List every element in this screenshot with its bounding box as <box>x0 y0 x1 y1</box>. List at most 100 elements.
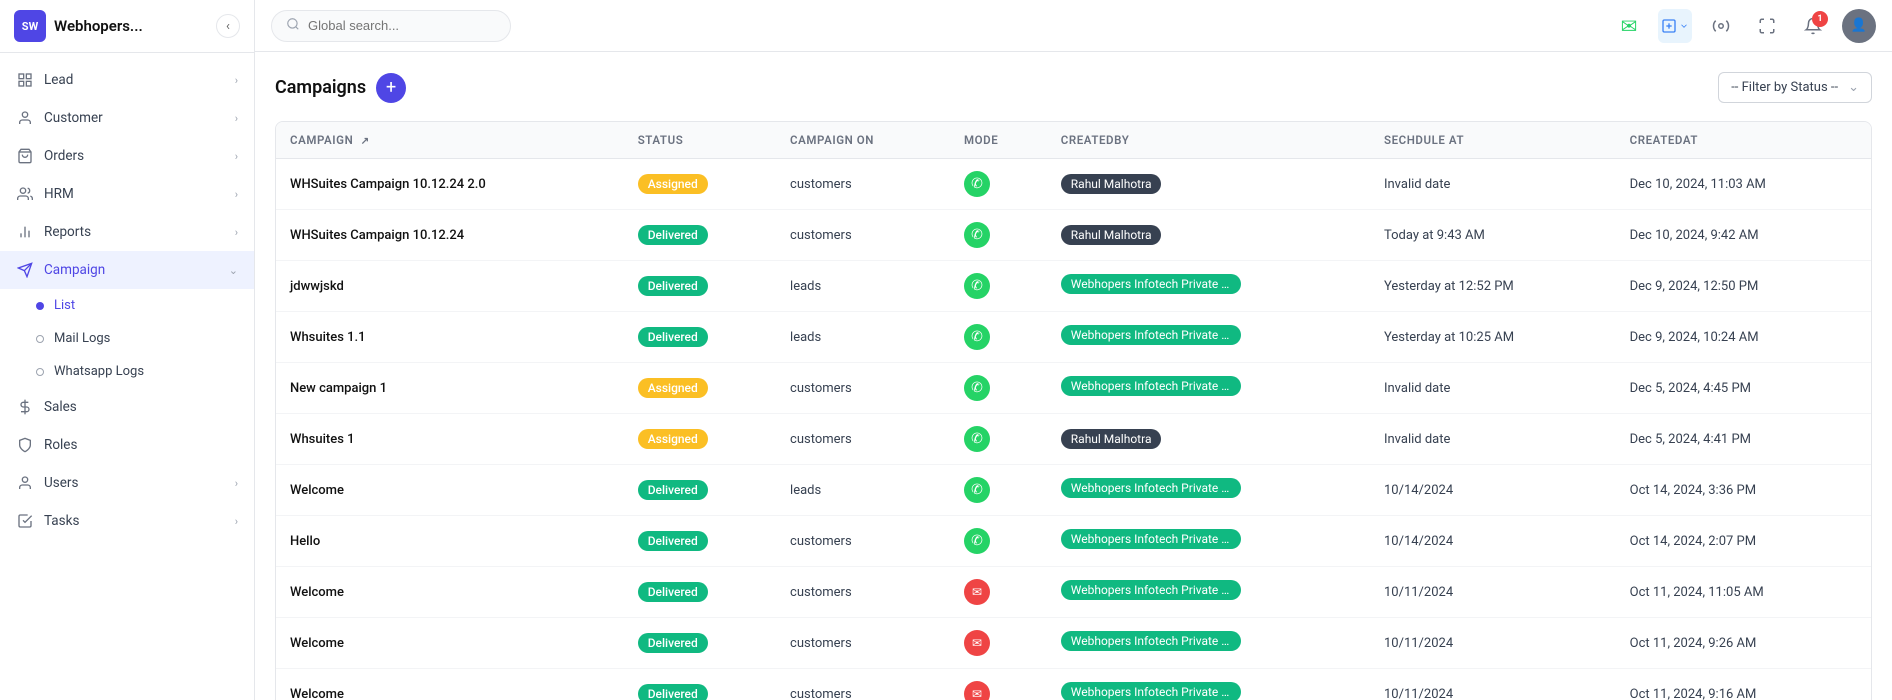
campaign-name: Welcome <box>276 465 624 516</box>
tasks-label: Tasks <box>44 513 79 529</box>
campaign-name: Whsuites 1 <box>276 414 624 465</box>
sidebar-item-whatsapp-logs[interactable]: Whatsapp Logs <box>0 355 254 388</box>
col-campaign-on: CAMPAIGN ON <box>776 122 950 159</box>
sidebar-item-users[interactable]: Users › <box>0 464 254 502</box>
orders-chevron-icon: › <box>235 150 238 163</box>
tasks-icon <box>16 512 34 530</box>
table-row[interactable]: Welcome Delivered customers ✉ Webhopers … <box>276 567 1871 618</box>
campaign-mode: ✆ <box>950 159 1047 210</box>
add-button[interactable] <box>1658 9 1692 43</box>
sidebar-item-campaign[interactable]: Campaign ⌄ <box>0 251 254 289</box>
campaign-on: customers <box>776 363 950 414</box>
created-at: Dec 9, 2024, 12:50 PM <box>1616 261 1871 312</box>
sidebar-item-tasks[interactable]: Tasks › <box>0 502 254 540</box>
campaign-status: Assigned <box>624 414 776 465</box>
created-at: Dec 10, 2024, 9:42 AM <box>1616 210 1871 261</box>
campaign-status: Delivered <box>624 516 776 567</box>
sidebar-item-sales[interactable]: Sales <box>0 388 254 426</box>
search-input[interactable] <box>308 18 496 33</box>
list-active-dot <box>36 302 44 310</box>
campaign-mode: ✉ <box>950 567 1047 618</box>
campaign-name: Welcome <box>276 567 624 618</box>
sidebar-item-customer[interactable]: Customer › <box>0 99 254 137</box>
created-at: Dec 9, 2024, 10:24 AM <box>1616 312 1871 363</box>
created-by: Rahul Malhotra <box>1047 210 1370 261</box>
sidebar-item-orders[interactable]: Orders › <box>0 137 254 175</box>
user-avatar[interactable]: 👤 <box>1842 9 1876 43</box>
campaign-mode: ✆ <box>950 465 1047 516</box>
schedule-at: 10/11/2024 <box>1370 669 1616 700</box>
table-row[interactable]: Whsuites 1.1 Delivered leads ✆ Webhopers… <box>276 312 1871 363</box>
table-row[interactable]: WHSuites Campaign 10.12.24 2.0 Assigned … <box>276 159 1871 210</box>
created-by: Webhopers Infotech Private Li... <box>1047 465 1370 516</box>
campaign-status: Delivered <box>624 669 776 700</box>
campaign-mode: ✆ <box>950 363 1047 414</box>
table-row[interactable]: Welcome Delivered customers ✉ Webhopers … <box>276 669 1871 700</box>
campaign-label: Campaign <box>44 262 105 278</box>
page-content: Campaigns + -- Filter by Status -- ⌄ CAM… <box>255 52 1892 700</box>
sidebar-item-hrm[interactable]: HRM › <box>0 175 254 213</box>
whatsapp-button[interactable]: ✉ <box>1612 9 1646 43</box>
tasks-chevron-icon: › <box>235 515 238 528</box>
campaign-status: Delivered <box>624 210 776 261</box>
page-header: Campaigns + -- Filter by Status -- ⌄ <box>275 72 1872 103</box>
table-row[interactable]: jdwwjskd Delivered leads ✆ Webhopers Inf… <box>276 261 1871 312</box>
campaign-name: Welcome <box>276 669 624 700</box>
col-createdby: CREATEDBY <box>1047 122 1370 159</box>
campaign-on: customers <box>776 567 950 618</box>
created-at: Dec 5, 2024, 4:41 PM <box>1616 414 1871 465</box>
campaign-name: WHSuites Campaign 10.12.24 <box>276 210 624 261</box>
table-row[interactable]: New campaign 1 Assigned customers ✆ Webh… <box>276 363 1871 414</box>
campaign-status: Assigned <box>624 363 776 414</box>
sidebar-item-lead[interactable]: Lead › <box>0 61 254 99</box>
sales-icon <box>16 398 34 416</box>
created-by: Webhopers Infotech Private Li... <box>1047 363 1370 414</box>
filter-status-button[interactable]: -- Filter by Status -- ⌄ <box>1718 72 1872 103</box>
sidebar-logo: SW Webhopers... <box>14 10 143 42</box>
customer-label: Customer <box>44 110 103 126</box>
fullscreen-icon[interactable] <box>1750 9 1784 43</box>
table-row[interactable]: WHSuites Campaign 10.12.24 Delivered cus… <box>276 210 1871 261</box>
table-row[interactable]: Welcome Delivered leads ✆ Webhopers Info… <box>276 465 1871 516</box>
customer-chevron-icon: › <box>235 112 238 125</box>
table-row[interactable]: Hello Delivered customers ✆ Webhopers In… <box>276 516 1871 567</box>
campaign-on: leads <box>776 465 950 516</box>
created-by: Rahul Malhotra <box>1047 159 1370 210</box>
notification-badge: 1 <box>1812 11 1828 27</box>
table-row[interactable]: Welcome Delivered customers ✉ Webhopers … <box>276 618 1871 669</box>
sidebar-title: Webhopers... <box>54 17 143 35</box>
campaign-name: Welcome <box>276 618 624 669</box>
campaign-status: Delivered <box>624 261 776 312</box>
campaign-status: Delivered <box>624 312 776 363</box>
sidebar-collapse-button[interactable]: ‹ <box>216 14 240 38</box>
created-at: Oct 14, 2024, 3:36 PM <box>1616 465 1871 516</box>
sidebar-item-roles[interactable]: Roles <box>0 426 254 464</box>
campaign-on: customers <box>776 669 950 700</box>
roles-label: Roles <box>44 437 77 453</box>
sidebar-item-reports[interactable]: Reports › <box>0 213 254 251</box>
created-at: Oct 11, 2024, 9:16 AM <box>1616 669 1871 700</box>
campaign-icon <box>16 261 34 279</box>
schedule-at: Invalid date <box>1370 363 1616 414</box>
list-label: List <box>54 298 75 313</box>
table-row[interactable]: Whsuites 1 Assigned customers ✆ Rahul Ma… <box>276 414 1871 465</box>
reports-icon <box>16 223 34 241</box>
search-box[interactable] <box>271 10 511 42</box>
created-by: Webhopers Infotech Private Li... <box>1047 261 1370 312</box>
campaign-on: customers <box>776 618 950 669</box>
col-campaign: CAMPAIGN ↗ <box>276 122 624 159</box>
topbar: ✉ 1 👤 <box>255 0 1892 52</box>
notification-button[interactable]: 1 <box>1796 9 1830 43</box>
schedule-at: Yesterday at 12:52 PM <box>1370 261 1616 312</box>
settings-icon[interactable] <box>1704 9 1738 43</box>
whatsapp-logs-dot <box>36 368 44 376</box>
schedule-at: Invalid date <box>1370 159 1616 210</box>
reports-chevron-icon: › <box>235 226 238 239</box>
schedule-at: 10/14/2024 <box>1370 516 1616 567</box>
users-icon <box>16 474 34 492</box>
filter-label: -- Filter by Status -- <box>1731 80 1838 95</box>
sidebar-item-list[interactable]: List <box>0 289 254 322</box>
sidebar-item-mail-logs[interactable]: Mail Logs <box>0 322 254 355</box>
page-title: Campaigns <box>275 77 366 98</box>
add-campaign-button[interactable]: + <box>376 73 406 103</box>
